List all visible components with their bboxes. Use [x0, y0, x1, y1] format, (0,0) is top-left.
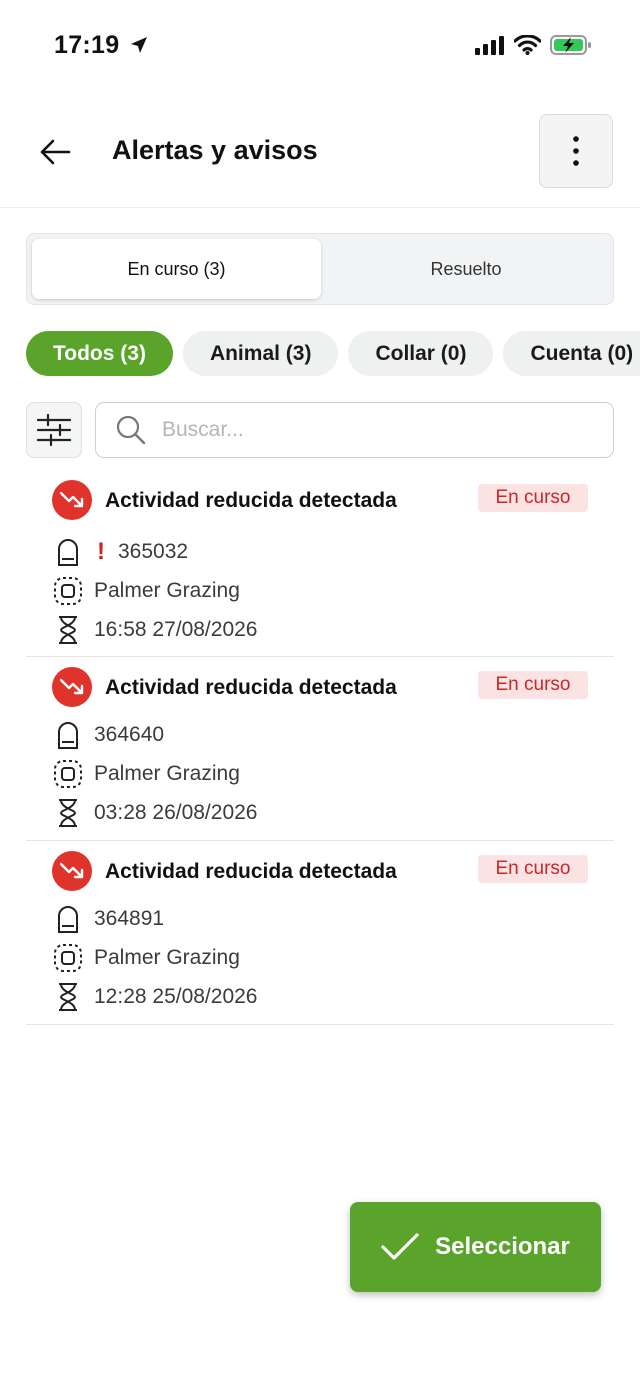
chip-cuenta[interactable]: Cuenta (0) — [503, 331, 640, 376]
more-options-button[interactable] — [539, 114, 613, 188]
trending-down-icon — [52, 851, 92, 891]
hourglass-icon — [52, 797, 84, 829]
battery-charging-icon — [550, 35, 591, 55]
farm-name: Palmer Grazing — [94, 579, 240, 602]
tab-en-curso[interactable]: En curso (3) — [32, 239, 321, 299]
alert-collar-row: 364891 — [52, 903, 164, 935]
hourglass-icon — [52, 981, 84, 1013]
alert-title: Actividad reducida detectada — [105, 489, 397, 512]
chip-collar[interactable]: Collar (0) — [348, 331, 494, 376]
search-field[interactable] — [95, 402, 614, 458]
wifi-icon — [514, 35, 541, 55]
category-chips: Todos (3) Animal (3) Collar (0) Cuenta (… — [26, 331, 640, 376]
status-icons — [475, 34, 592, 56]
back-button[interactable] — [28, 128, 82, 176]
header-divider — [0, 207, 640, 208]
filter-button[interactable] — [26, 402, 82, 458]
location-icon — [52, 758, 84, 790]
farm-name: Palmer Grazing — [94, 946, 240, 969]
checkmark-icon — [381, 1233, 419, 1260]
alert-datetime: 16:58 27/08/2026 — [94, 618, 258, 641]
trending-down-icon — [52, 480, 92, 520]
search-input[interactable] — [160, 417, 584, 443]
location-arrow-icon — [130, 37, 147, 53]
tab-resuelto[interactable]: Resuelto — [323, 239, 609, 299]
collar-icon — [52, 903, 84, 935]
status-segmented-control: En curso (3) Resuelto — [26, 233, 614, 305]
alert-collar-row: 364640 — [52, 719, 164, 751]
status-badge: En curso — [478, 855, 588, 883]
alert-farm-row: Palmer Grazing — [52, 575, 240, 607]
location-icon — [52, 942, 84, 974]
collar-icon — [52, 536, 84, 568]
alert-farm-row: Palmer Grazing — [52, 758, 240, 790]
status-badge: En curso — [478, 484, 588, 512]
alert-farm-row: Palmer Grazing — [52, 942, 240, 974]
status-badge: En curso — [478, 671, 588, 699]
alert-time-row: 12:28 25/08/2026 — [52, 981, 258, 1013]
alert-title: Actividad reducida detectada — [105, 860, 397, 883]
warning-icon: ! — [97, 538, 105, 565]
select-button[interactable]: Seleccionar — [350, 1202, 601, 1292]
collar-id: 364640 — [94, 723, 165, 746]
filter-sliders-icon — [37, 414, 71, 446]
alert-datetime: 12:28 25/08/2026 — [94, 985, 258, 1008]
status-time: 17:19 — [54, 31, 149, 60]
chip-animal[interactable]: Animal (3) — [182, 331, 339, 376]
collar-id: 365032 — [118, 540, 189, 563]
back-arrow-icon — [40, 139, 71, 165]
alert-collar-row: ! 365032 — [52, 536, 188, 568]
location-icon — [52, 575, 84, 607]
select-button-label: Seleccionar — [435, 1233, 570, 1260]
chip-todos[interactable]: Todos (3) — [26, 331, 173, 376]
search-icon — [116, 415, 146, 445]
cellular-signal-icon — [475, 36, 504, 55]
alert-item[interactable]: Actividad reducida detectada En curso 36… — [26, 657, 614, 841]
trending-down-icon — [52, 667, 92, 707]
more-vertical-icon — [573, 136, 579, 166]
farm-name: Palmer Grazing — [94, 762, 240, 785]
alert-item[interactable]: Actividad reducida detectada En curso 36… — [26, 841, 614, 1025]
hourglass-icon — [52, 614, 84, 646]
alert-time-row: 03:28 26/08/2026 — [52, 797, 258, 829]
alert-datetime: 03:28 26/08/2026 — [94, 801, 258, 824]
alert-title: Actividad reducida detectada — [105, 676, 397, 699]
alert-item[interactable]: Actividad reducida detectada En curso ! … — [26, 470, 614, 657]
page-title: Alertas y avisos — [112, 135, 318, 165]
collar-icon — [52, 719, 84, 751]
alert-time-row: 16:58 27/08/2026 — [52, 614, 258, 646]
collar-id: 364891 — [94, 907, 165, 930]
status-time-text: 17:19 — [54, 31, 120, 59]
